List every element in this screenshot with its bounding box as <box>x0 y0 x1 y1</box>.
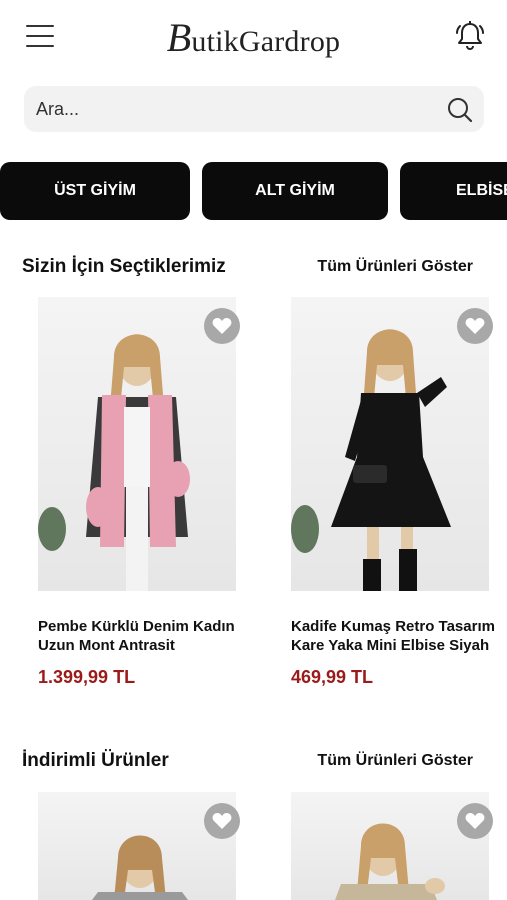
favorite-button[interactable] <box>457 308 493 344</box>
category-button-ust-giyim[interactable]: ÜST GİYİM <box>0 162 190 220</box>
app-header: ButikGardrop <box>0 0 507 76</box>
logo-initial: B <box>166 15 192 60</box>
product-price: 1.399,99 TL <box>38 667 136 687</box>
product-image[interactable] <box>291 297 489 591</box>
product-name-line2[interactable]: Uzun Mont Antrasit <box>38 636 270 655</box>
favorite-button[interactable] <box>204 803 240 839</box>
product-image[interactable] <box>38 297 236 591</box>
search-bar <box>24 86 484 132</box>
section-title-recommended: Sizin İçin Seçtiklerimiz <box>22 256 226 277</box>
product-name-line1[interactable]: Kadife Kumaş Retro Tasarım <box>291 617 507 636</box>
category-button-alt-giyim[interactable]: ALT GİYİM <box>202 162 388 220</box>
search-input[interactable] <box>36 86 436 132</box>
category-carousel[interactable]: ÜST GİYİM ALT GİYİM ELBİSE <box>0 162 507 222</box>
show-all-link-recommended[interactable]: Tüm Ürünleri Göster <box>317 258 473 276</box>
favorite-button[interactable] <box>457 803 493 839</box>
favorite-button[interactable] <box>204 308 240 344</box>
heart-icon <box>465 813 485 829</box>
product-name-line1[interactable]: Pembe Kürklü Denim Kadın <box>38 617 270 636</box>
product-name-line2[interactable]: Kare Yaka Mini Elbise Siyah <box>291 636 507 655</box>
logo-rest: utikGardrop <box>191 25 341 58</box>
category-label: ÜST GİYİM <box>54 182 136 199</box>
product-price: 469,99 TL <box>291 667 374 687</box>
product-image[interactable] <box>38 792 236 900</box>
show-all-link-discounted[interactable]: Tüm Ürünleri Göster <box>317 752 473 770</box>
section-title-discounted: İndirimli Ürünler <box>22 750 169 771</box>
heart-icon <box>212 813 232 829</box>
brand-logo[interactable]: ButikGardrop <box>0 14 507 62</box>
heart-icon <box>465 318 485 334</box>
category-label: ALT GİYİM <box>255 182 335 199</box>
category-label: ELBİSE <box>456 182 507 199</box>
category-button-elbise[interactable]: ELBİSE <box>400 162 507 220</box>
bell-icon[interactable] <box>454 18 486 52</box>
search-icon[interactable] <box>446 96 474 124</box>
product-image[interactable] <box>291 792 489 900</box>
heart-icon <box>212 318 232 334</box>
